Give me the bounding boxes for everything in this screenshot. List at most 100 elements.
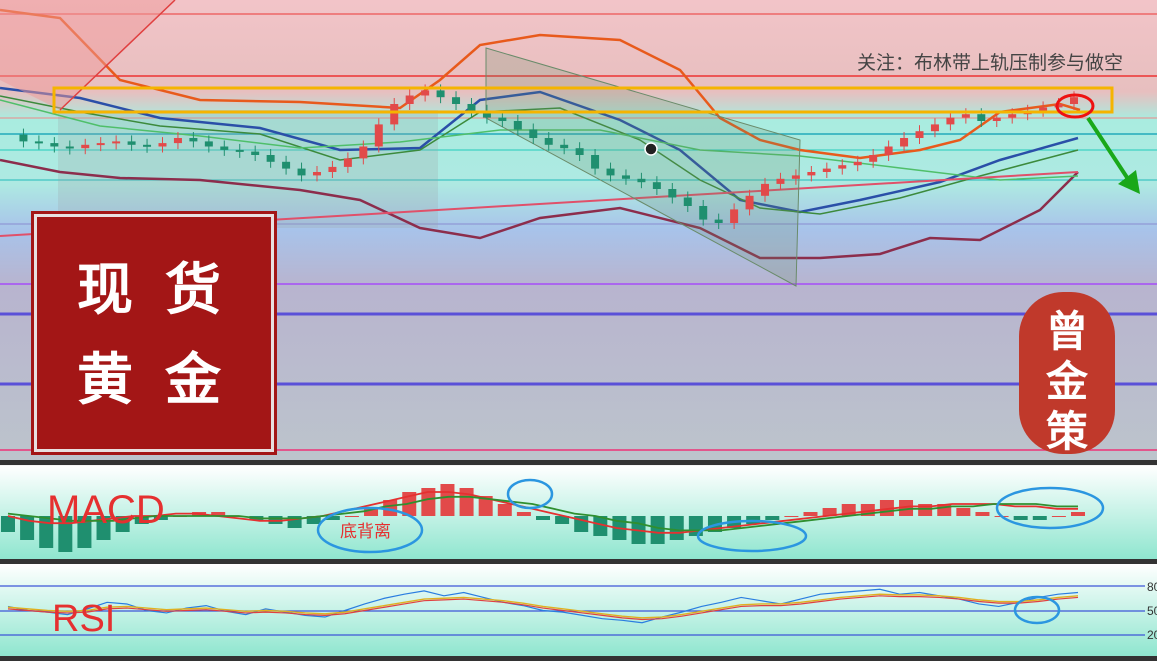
candle-body xyxy=(19,134,28,142)
candle-body xyxy=(1070,97,1078,104)
macd-histogram-bar xyxy=(459,488,474,516)
panel-divider xyxy=(0,559,1157,564)
candle-body xyxy=(467,104,476,111)
panel-divider xyxy=(0,656,1157,661)
macd-histogram-bar xyxy=(440,484,455,516)
candle-body xyxy=(328,166,337,172)
spot-gold-seal: 现 货 黄 金 xyxy=(34,214,274,452)
candle-body xyxy=(251,151,260,155)
seal-char: 金 xyxy=(165,347,221,413)
candle-body xyxy=(235,149,244,152)
candle-body xyxy=(312,172,321,176)
author-seal: 曾 金 策 xyxy=(1019,292,1115,456)
candle-body xyxy=(853,161,862,166)
candle-body xyxy=(143,144,152,147)
candle-body xyxy=(204,141,213,147)
macd-histogram-bar xyxy=(650,516,665,544)
candle-body xyxy=(884,146,893,155)
seal-char: 货 xyxy=(165,257,221,323)
rsi-tick-50: 50 xyxy=(1147,604,1157,618)
candle-body xyxy=(838,165,847,169)
candle-body xyxy=(112,141,121,144)
candle-body xyxy=(513,121,522,130)
candle-body xyxy=(96,143,105,146)
divergence-label: 底背离 xyxy=(340,522,391,541)
seal-char: 策 xyxy=(1045,407,1088,456)
candle-body xyxy=(1008,114,1017,118)
candle-body xyxy=(158,143,167,147)
candle-body xyxy=(946,117,955,125)
candle-body xyxy=(745,195,754,210)
rsi-label: RSI xyxy=(52,598,116,640)
macd-label: MACD xyxy=(47,488,165,532)
candle-body xyxy=(761,183,770,196)
candle-body xyxy=(65,146,74,149)
candle-body xyxy=(915,131,924,138)
macd-histogram-bar xyxy=(669,516,684,540)
macd-histogram-bar xyxy=(784,516,799,517)
candle-body xyxy=(421,90,430,96)
candle-body xyxy=(297,168,306,176)
candle-body xyxy=(776,178,785,184)
candle-body xyxy=(189,138,198,142)
candle-body xyxy=(652,182,661,189)
candle-body xyxy=(621,175,630,179)
rsi-tick-20: 20 xyxy=(1147,628,1157,642)
candle-body xyxy=(575,148,584,155)
candle-body xyxy=(405,95,414,104)
candle-body xyxy=(683,197,692,206)
candle-body xyxy=(699,206,708,220)
macd-histogram-bar xyxy=(516,512,531,516)
candle-body xyxy=(544,138,553,145)
macd-histogram-bar xyxy=(1071,512,1085,516)
chart-stage: 关注：布林带上轨压制参与做空 现 货 黄 金 曾 金 策 MACD 底背离 RS… xyxy=(0,0,1157,661)
macd-histogram-bar xyxy=(1051,516,1066,517)
candle-body xyxy=(930,124,939,132)
rsi-tick-80: 80 xyxy=(1147,580,1157,594)
candle-body xyxy=(374,124,383,147)
macd-histogram-bar xyxy=(688,516,703,536)
macd-histogram-bar xyxy=(1,516,15,532)
panel-divider xyxy=(0,460,1157,465)
macd-histogram-bar xyxy=(1013,516,1028,520)
candle-body xyxy=(127,141,136,145)
candle-body xyxy=(266,155,275,162)
candle-body xyxy=(591,155,600,169)
candle-body xyxy=(343,158,352,167)
candle-body xyxy=(714,219,723,223)
candle-body xyxy=(560,144,569,149)
candle-body xyxy=(359,146,368,159)
candle-body xyxy=(81,144,90,149)
macd-histogram-bar xyxy=(956,508,971,516)
candle-body xyxy=(900,138,909,147)
candle-body xyxy=(791,175,800,179)
candle-body xyxy=(390,104,399,125)
candle-body xyxy=(869,155,878,162)
candle-body xyxy=(807,172,816,176)
macd-histogram-bar xyxy=(1032,516,1047,520)
candle-body xyxy=(50,143,59,147)
candle-body xyxy=(992,117,1001,121)
macd-histogram-bar xyxy=(975,512,990,516)
candle-body xyxy=(220,146,229,150)
macd-histogram-bar xyxy=(536,516,550,520)
candle-body xyxy=(977,114,986,121)
candle-body xyxy=(529,129,538,138)
macd-histogram-bar xyxy=(497,504,512,516)
macd-histogram-bar xyxy=(803,512,818,516)
candle-body xyxy=(1039,107,1048,111)
candle-body xyxy=(282,161,291,169)
candle-body xyxy=(34,141,43,144)
analysis-note: 关注：布林带上轨压制参与做空 xyxy=(856,52,1123,74)
candle-body xyxy=(961,114,970,118)
candle-body xyxy=(452,97,461,104)
candle-body xyxy=(668,189,677,198)
candle-body xyxy=(606,168,615,176)
marker-dot xyxy=(644,142,658,156)
candle-body xyxy=(822,168,831,172)
candle-body xyxy=(498,117,507,121)
candle-body xyxy=(436,90,445,98)
seal-char: 现 xyxy=(77,257,133,323)
macd-histogram-bar xyxy=(765,516,780,520)
candle-body xyxy=(637,178,646,183)
